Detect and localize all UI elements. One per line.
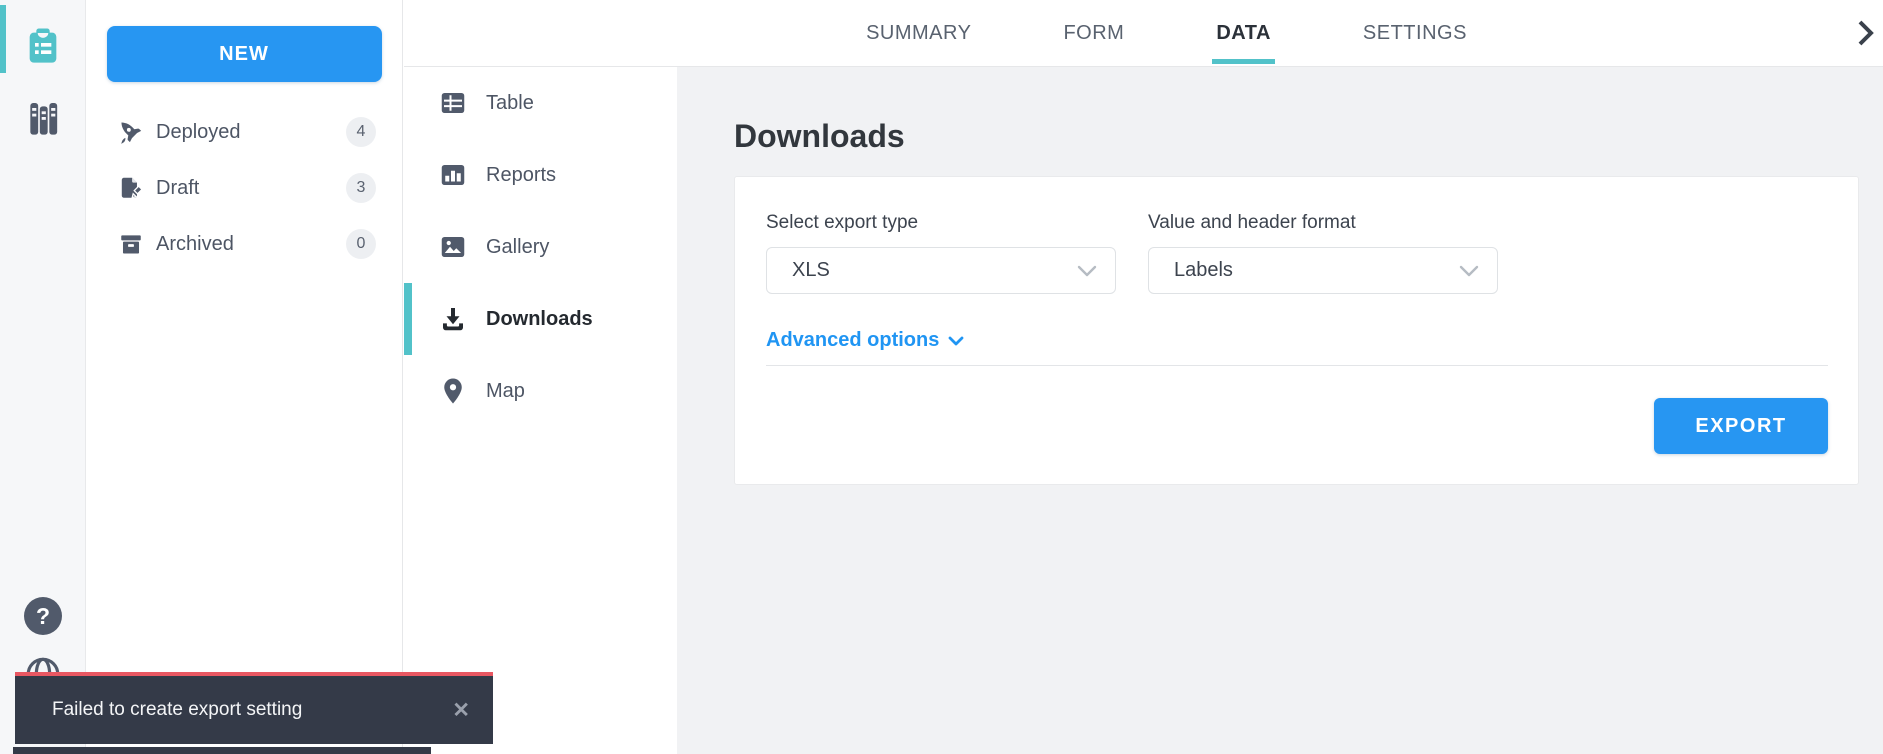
format-value: Labels xyxy=(1174,259,1233,281)
subnav-item-label: Downloads xyxy=(486,307,593,330)
tab-summary[interactable]: SUMMARY xyxy=(862,0,975,66)
close-icon[interactable]: ✕ xyxy=(452,700,470,721)
sidebar-item-draft[interactable]: Draft 3 xyxy=(86,160,402,216)
help-button[interactable]: ? xyxy=(24,597,62,635)
icon-rail: ? xyxy=(0,0,86,754)
forms-sidebar: NEW Deployed 4 Draft 3 Archived 0 xyxy=(86,0,403,754)
chevron-right-icon xyxy=(1858,20,1874,46)
draft-pencil-icon xyxy=(121,177,143,199)
subnav-item-table[interactable]: Table xyxy=(404,67,677,139)
gallery-image-icon xyxy=(441,237,465,257)
top-header: SUMMARY FORM DATA SETTINGS xyxy=(404,0,1883,67)
sidebar-item-label: Archived xyxy=(156,232,234,255)
library-icon xyxy=(30,103,58,135)
rocket-icon xyxy=(121,122,142,144)
draft-count-badge: 3 xyxy=(346,173,376,203)
subnav-item-downloads[interactable]: Downloads xyxy=(404,283,677,355)
help-icon: ? xyxy=(24,597,62,635)
subnav-item-label: Table xyxy=(486,91,534,114)
tab-settings[interactable]: SETTINGS xyxy=(1359,0,1471,66)
tab-bar: SUMMARY FORM DATA SETTINGS xyxy=(862,0,1471,66)
forms-nav: Deployed 4 Draft 3 Archived 0 xyxy=(86,104,402,272)
advanced-options-toggle[interactable]: Advanced options xyxy=(766,329,964,352)
sidebar-item-archived[interactable]: Archived 0 xyxy=(86,216,402,272)
format-label: Value and header format xyxy=(1148,212,1356,233)
toast-notification: Failed to create export setting ✕ xyxy=(15,672,493,744)
sidebar-item-forms[interactable] xyxy=(0,10,86,82)
chevron-down-icon xyxy=(1077,265,1097,276)
archived-count-badge: 0 xyxy=(346,229,376,259)
export-type-label: Select export type xyxy=(766,212,919,233)
subnav-item-label: Map xyxy=(486,379,525,402)
collapse-panel-button[interactable] xyxy=(1855,18,1877,48)
subnav-item-gallery[interactable]: Gallery xyxy=(404,211,677,283)
archive-box-icon xyxy=(121,235,141,254)
subnav-item-label: Gallery xyxy=(486,235,550,258)
map-pin-icon xyxy=(444,378,462,404)
subnav-item-reports[interactable]: Reports xyxy=(404,139,677,211)
export-type-value: XLS xyxy=(792,259,830,281)
export-card: Select export type XLS Value and header … xyxy=(734,176,1859,485)
clipboard-forms-icon xyxy=(29,28,57,63)
chevron-down-icon xyxy=(1459,265,1479,276)
deployed-count-badge: 4 xyxy=(346,117,376,147)
main-content: Downloads Select export type XLS Value a… xyxy=(677,67,1883,754)
sidebar-item-library[interactable] xyxy=(0,82,86,154)
export-type-select[interactable]: XLS xyxy=(766,247,1116,294)
export-button[interactable]: EXPORT xyxy=(1654,398,1828,454)
sidebar-item-deployed[interactable]: Deployed 4 xyxy=(86,104,402,160)
toast-notification-partial xyxy=(13,747,431,754)
sidebar-item-label: Deployed xyxy=(156,120,241,143)
new-form-button[interactable]: NEW xyxy=(106,26,382,82)
app-window: ? NEW Deployed 4 Draft 3 Archived 0 SUMM… xyxy=(0,0,1883,754)
data-subnav: Table Reports Gallery Downloads Map xyxy=(404,67,677,754)
card-divider xyxy=(766,365,1828,366)
page-title: Downloads xyxy=(734,118,905,154)
table-icon xyxy=(441,93,465,113)
format-select[interactable]: Labels xyxy=(1148,247,1498,294)
subnav-item-map[interactable]: Map xyxy=(404,355,677,427)
toast-message: Failed to create export setting xyxy=(52,699,303,720)
subnav-item-label: Reports xyxy=(486,163,557,186)
reports-chart-icon xyxy=(441,165,465,185)
chevron-down-icon xyxy=(948,336,964,345)
tab-form[interactable]: FORM xyxy=(1059,0,1128,66)
download-icon xyxy=(443,308,463,331)
advanced-options-label: Advanced options xyxy=(766,329,940,351)
tab-data[interactable]: DATA xyxy=(1212,0,1275,66)
rail-active-indicator xyxy=(0,5,6,73)
sidebar-item-label: Draft xyxy=(156,176,200,199)
